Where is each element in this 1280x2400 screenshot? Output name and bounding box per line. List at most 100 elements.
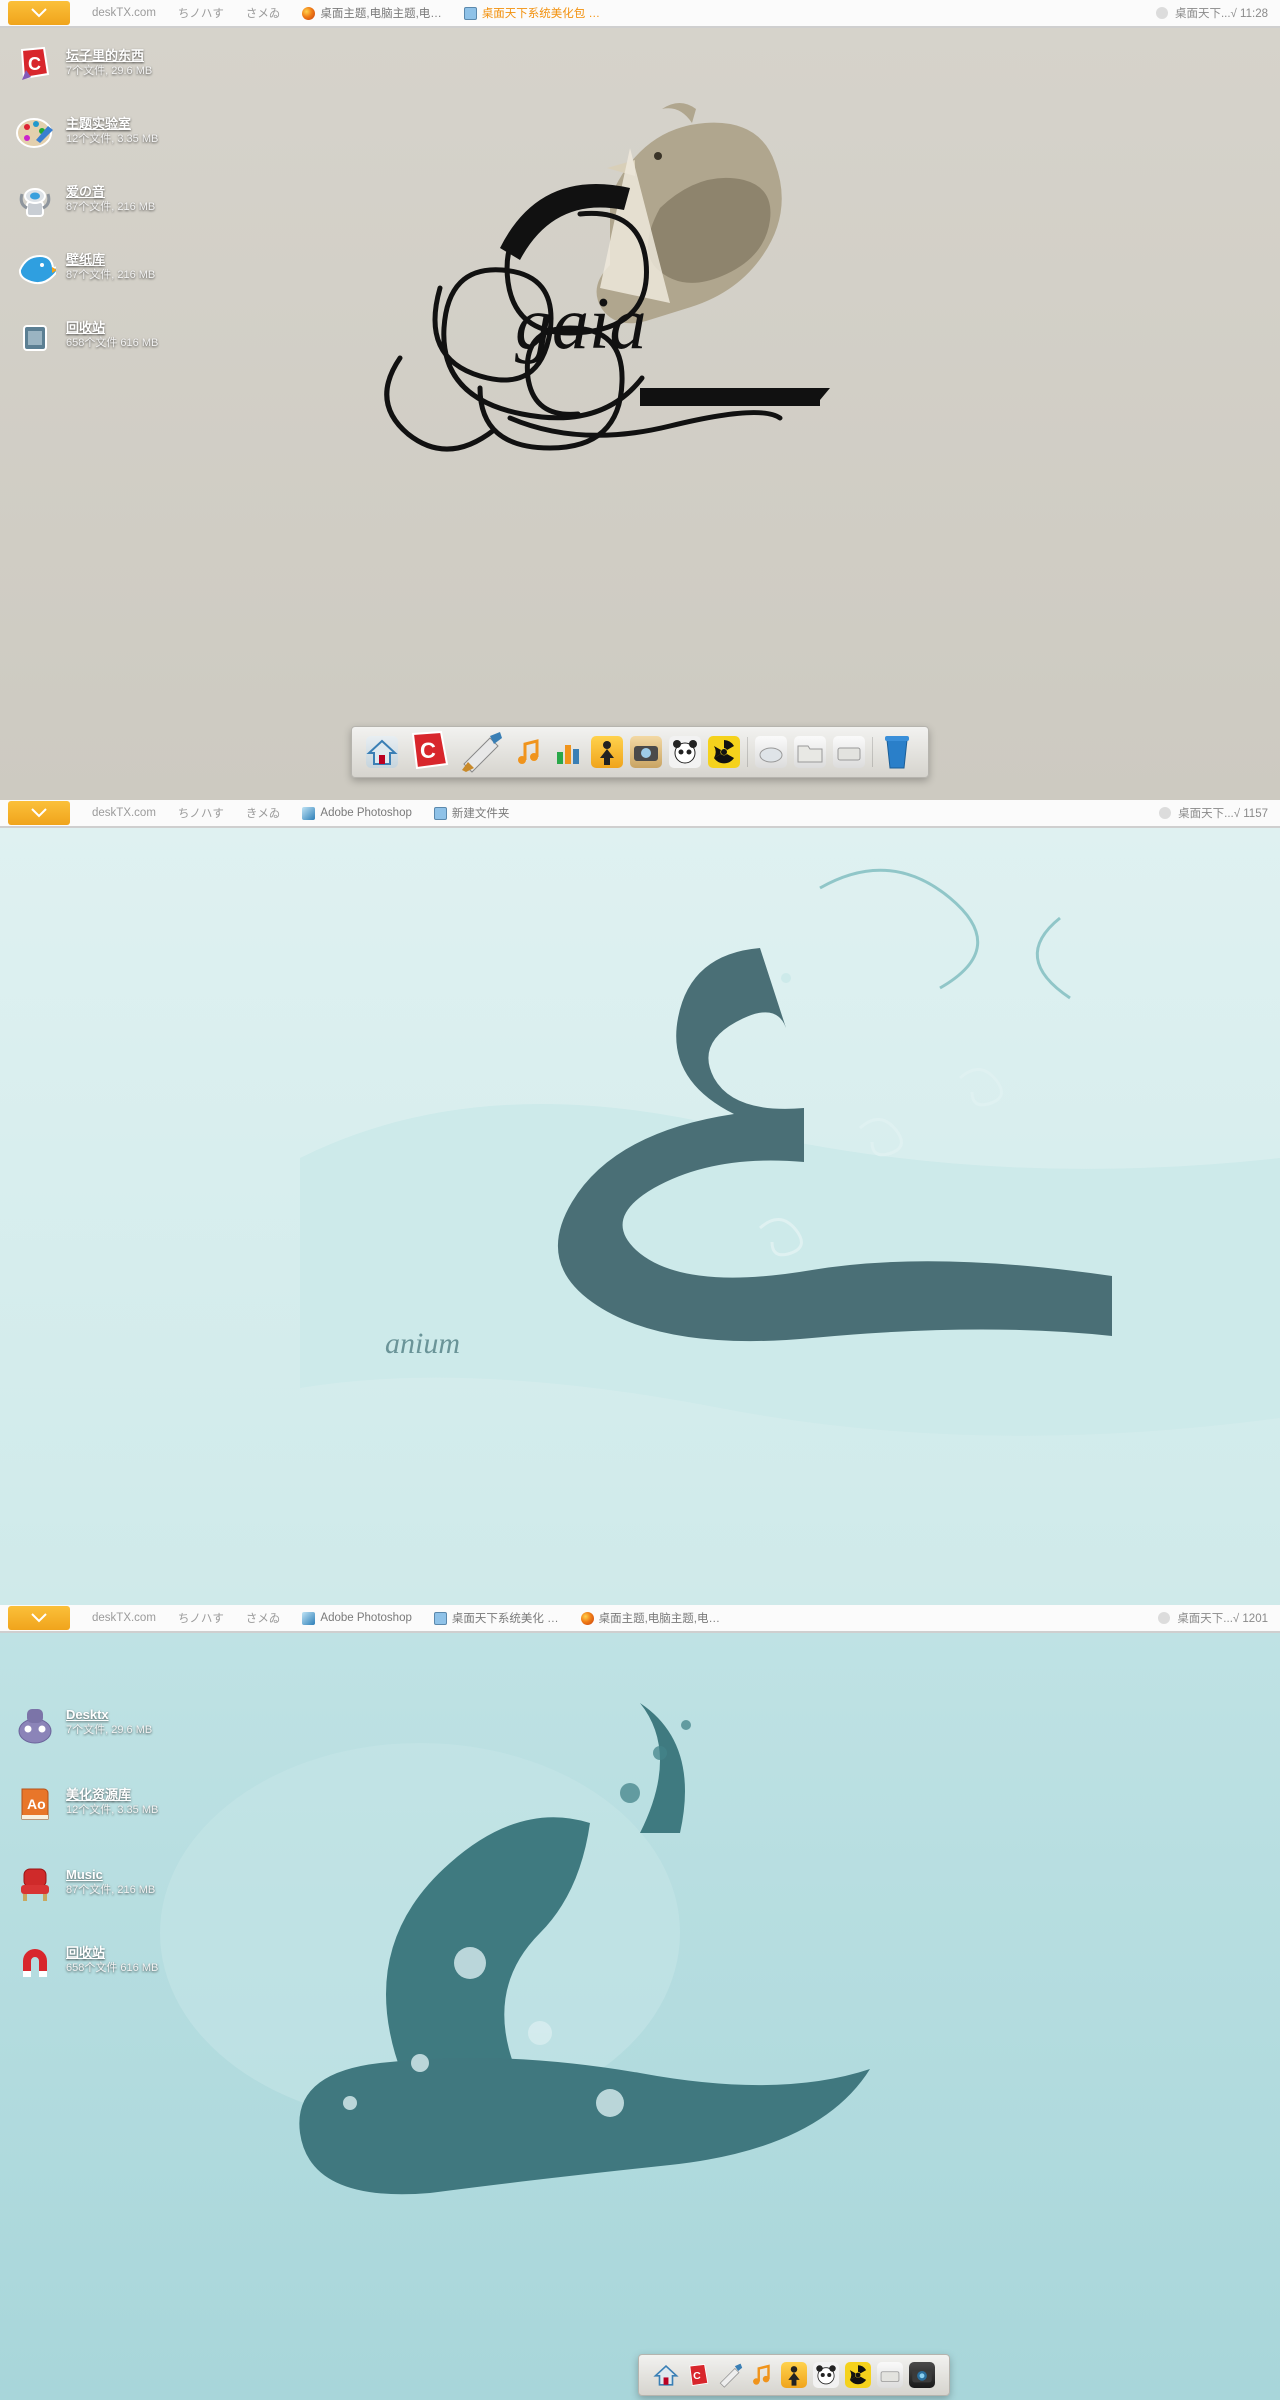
desktop-screenshot-1: gaia C 坛子里的东西 7个文件, 29.6 MB 主题实验室 12个文件,… [0, 0, 1280, 800]
desktop-icon-sub: 658个文件 616 MB [66, 1961, 159, 1974]
desktop-icon-sub: 87个文件, 216 MB [66, 268, 156, 281]
chair-icon [14, 1863, 56, 1905]
taskbar-3[interactable]: deskTX.com ちノハす さメゐ Adobe Photoshop 桌面天下… [0, 1605, 1280, 1633]
desktop-icon-label: 回收站 [66, 320, 106, 335]
desktop-icon[interactable]: 回收站 658个文件 616 MB [14, 316, 158, 358]
taskbar-link[interactable]: deskTX.com [92, 807, 156, 819]
taskbar-link[interactable]: きメゐ [246, 805, 281, 821]
desktop-icon-sub: 87个文件, 216 MB [66, 200, 156, 213]
photoshop-icon [302, 806, 316, 820]
taskbar-link[interactable]: さメゐ [246, 1610, 281, 1626]
desktop-icon-label: 回收站 [66, 1945, 106, 1960]
svg-text:gaia: gaia [515, 283, 647, 365]
chevron-down-icon [31, 1613, 47, 1623]
taskbar-task[interactable]: 桌面主题,电脑主题,电… [580, 1610, 720, 1626]
taskbar-task-label: 桌面主题,电脑主题,电… [320, 8, 442, 20]
svg-text:C: C [693, 2370, 701, 2382]
tray-dot-icon [1155, 7, 1168, 19]
dock-item-brush-icon[interactable] [460, 730, 506, 774]
dock-item-music-icon[interactable] [749, 2362, 775, 2388]
desktop-icon-sub: 87个文件, 216 MB [66, 1883, 156, 1896]
desktop-icon-sub: 7个文件, 29.6 MB [66, 64, 153, 77]
firefox-icon [580, 1611, 594, 1625]
dock-separator [747, 737, 748, 767]
taskbar-task[interactable]: 桌面天下系统美化 … [433, 1610, 559, 1626]
desktop-icon-sub: 658个文件 616 MB [66, 336, 159, 349]
start-button[interactable] [8, 1, 70, 25]
system-tray[interactable]: 桌面天下...√ 1157 [1159, 805, 1268, 821]
desktop-icon-label: Desktx [66, 1707, 109, 1722]
window-icon [463, 6, 477, 20]
taskbar-link[interactable]: ちノハす [178, 805, 224, 821]
desktop-icon-label: 壁纸库 [66, 252, 106, 267]
dock-item-camera-icon[interactable] [630, 736, 662, 768]
taskbar-task-label: Adobe Photoshop [320, 807, 412, 819]
taskbar-1[interactable]: deskTX.com ちノハす さメゐ 桌面主题,电脑主题,电… 桌面天下系统美… [0, 0, 1280, 28]
taskbar-task-label: Adobe Photoshop [320, 1612, 412, 1624]
system-tray[interactable]: 桌面天下...√ 1201 [1158, 1610, 1268, 1626]
dock-item-radiation-icon[interactable] [708, 736, 740, 768]
taskbar-link[interactable]: deskTX.com [92, 7, 156, 19]
desktop-icon[interactable]: 壁纸库 87个文件, 216 MB [14, 248, 155, 290]
taskbar-task[interactable]: 桌面天下系统美化包 … [463, 5, 601, 21]
taskbar-link[interactable]: deskTX.com [92, 1612, 156, 1624]
desktop-2-wallpaper: anium [0, 828, 1280, 1605]
desktop-icon[interactable]: 回收站 658个文件 616 MB [14, 1941, 158, 1983]
dock-item-panda-icon[interactable] [669, 736, 701, 768]
wallpaper-word: anium [385, 1327, 460, 1360]
desktop-1-wallpaper: gaia C 坛子里的东西 7个文件, 29.6 MB 主题实验室 12个文件,… [0, 28, 1280, 800]
dock-item-box-icon[interactable] [833, 736, 865, 768]
desktop-icon-sub: 12个文件, 3.35 MB [66, 132, 159, 145]
dock-item-music-icon[interactable] [513, 736, 545, 768]
desktop-icon-label: 美化资源库 [66, 1787, 132, 1802]
dock-item-camera-icon[interactable] [908, 2362, 935, 2388]
robot-icon [14, 180, 56, 222]
dock-item-person-icon[interactable] [591, 736, 623, 768]
taskbar-2[interactable]: deskTX.com ちノハす きメゐ Adobe Photoshop 新建文件… [0, 800, 1280, 828]
desktop-icon[interactable]: Music 87个文件, 216 MB [14, 1863, 155, 1905]
dock-item-radiation-icon[interactable] [844, 2362, 871, 2388]
desktop-icon[interactable]: C 坛子里的东西 7个文件, 29.6 MB [14, 44, 152, 86]
dock-3[interactable]: C [637, 2354, 950, 2396]
desktop-icon[interactable]: 主题实验室 12个文件, 3.35 MB [14, 112, 158, 154]
start-button[interactable] [8, 1606, 70, 1630]
taskbar-task[interactable]: 桌面主题,电脑主题,电… [302, 5, 442, 21]
dock-item-chart-icon[interactable] [552, 736, 584, 768]
dock-item-home-icon[interactable] [366, 736, 398, 768]
desktop-icon[interactable]: 爱の音 87个文件, 216 MB [14, 180, 155, 222]
taskbar-task-label: 桌面天下系统美化包 … [481, 8, 601, 20]
taskbar-task[interactable]: Adobe Photoshop [302, 806, 412, 820]
svg-text:Ao: Ao [27, 1796, 46, 1812]
desktop-icon[interactable]: Ao 美化资源库 12个文件, 3.35 MB [14, 1783, 158, 1825]
dock-item-cloud-icon[interactable] [755, 736, 787, 768]
ink-bird-artwork [160, 1703, 870, 2195]
desktop-screenshot-3: Desktx 7个文件, 29.6 MB Ao 美化资源库 12个文件, 3.3… [0, 1605, 1280, 2400]
orangebook-icon: Ao [14, 1783, 56, 1825]
dock-item-box-icon[interactable] [876, 2362, 903, 2388]
start-button[interactable] [8, 801, 70, 825]
dock-item-magnet-icon[interactable]: C [405, 728, 453, 776]
dock-item-panda-icon[interactable] [812, 2362, 839, 2388]
desktop-icon[interactable]: Desktx 7个文件, 29.6 MB [14, 1703, 152, 1745]
gaia-artwork: gaia [384, 103, 830, 452]
magnet-icon: C [14, 44, 56, 86]
window-icon [433, 1611, 447, 1625]
tray-dot-icon [1159, 807, 1172, 819]
dock-item-person-icon[interactable] [780, 2362, 807, 2388]
dock-item-brush-icon[interactable] [717, 2362, 743, 2388]
taskbar-link[interactable]: さメゐ [246, 5, 281, 21]
dock-1[interactable]: C [351, 726, 929, 778]
taskbar-link[interactable]: ちノハす [178, 5, 224, 21]
taskbar-task[interactable]: Adobe Photoshop [302, 1611, 412, 1625]
vase-icon [14, 1703, 56, 1745]
dock-item-folder-icon[interactable] [794, 736, 826, 768]
desktop-icon-label: 爱の音 [66, 184, 106, 199]
dock-item-magnet-icon[interactable]: C [685, 2362, 711, 2388]
tray-clock: 桌面天下...√ 11:28 [1174, 8, 1268, 20]
dock-item-trash-icon[interactable] [880, 732, 914, 772]
dock-item-home-icon[interactable] [652, 2362, 679, 2388]
system-tray[interactable]: 桌面天下...√ 11:28 [1155, 5, 1268, 21]
taskbar-task[interactable]: 新建文件夹 [433, 805, 509, 821]
palette-icon [14, 112, 56, 154]
taskbar-link[interactable]: ちノハす [178, 1610, 224, 1626]
